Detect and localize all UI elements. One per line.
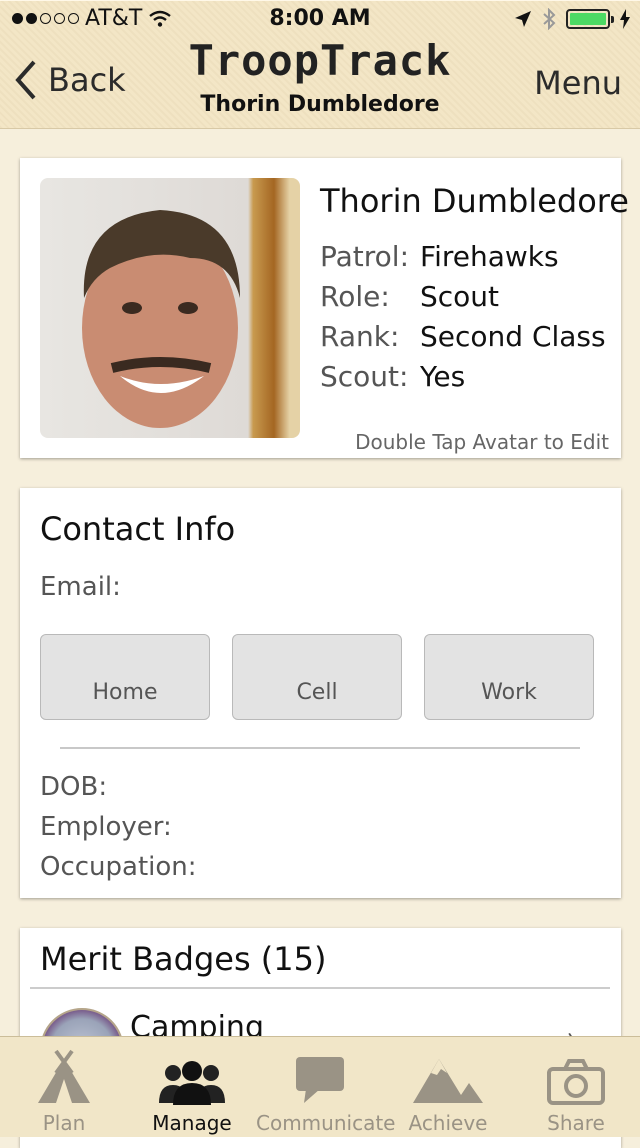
bluetooth-icon [543,8,556,30]
role-label: Role: [320,280,390,313]
menu-button[interactable]: Menu [534,64,622,102]
rank-label: Rank: [320,320,400,353]
tab-bar: Plan Manage Communicate Achieve Share [0,1036,640,1137]
contact-title: Contact Info [40,510,236,548]
status-right [514,8,630,30]
cell-phone-button[interactable]: Cell [232,634,402,720]
tab-label: Share [547,1111,605,1135]
tab-plan[interactable]: Plan [0,1037,128,1137]
home-phone-button[interactable]: Home [40,634,210,720]
tab-label: Achieve [408,1111,488,1135]
tab-label: Communicate [256,1111,396,1135]
location-arrow-icon [515,11,531,27]
rank-value: Second Class [420,320,606,353]
email-label: Email: [40,572,121,602]
status-bar: AT&T 8:00 AM [0,6,640,36]
scout-row: Scout: Yes [320,360,465,393]
camera-icon [512,1049,640,1105]
divider [30,987,610,989]
person-photo-icon [82,210,240,428]
battery-icon [566,9,614,29]
patrol-value: Firehawks [420,240,559,273]
divider [60,747,580,749]
patrol-row: Patrol: Firehawks [320,240,559,273]
tent-icon [0,1049,128,1105]
mountain-icon [384,1049,512,1105]
tab-label: Plan [42,1111,86,1135]
dob-label: DOB: [40,772,108,802]
employer-label: Employer: [40,812,172,842]
header: AT&T 8:00 AM Back TroopTrack Thorin Dumb… [0,0,640,129]
profile-name: Thorin Dumbledore [320,182,629,220]
tab-achieve[interactable]: Achieve [384,1037,512,1137]
role-row: Role: Scout [320,280,499,313]
tab-manage[interactable]: Manage [128,1037,256,1137]
profile-card: Thorin Dumbledore Patrol: Firehawks Role… [20,158,629,458]
scout-label: Scout: [320,360,409,393]
tab-share[interactable]: Share [512,1037,640,1137]
rank-row: Rank: Second Class [320,320,606,353]
edit-avatar-hint: Double Tap Avatar to Edit [355,430,609,454]
tab-communicate[interactable]: Communicate [256,1037,396,1137]
work-phone-button[interactable]: Work [424,634,594,720]
occupation-label: Occupation: [40,852,197,882]
charging-bolt-icon [620,9,630,29]
avatar[interactable] [40,178,300,438]
people-icon [128,1049,256,1105]
merit-badges-title: Merit Badges (15) [40,940,327,978]
scout-value: Yes [420,360,466,393]
patrol-label: Patrol: [320,240,410,273]
speech-bubble-icon [256,1049,384,1105]
tab-label: Manage [152,1111,232,1135]
contact-card: Contact Info Email: Home Cell Work DOB: … [20,488,621,898]
role-value: Scout [420,280,500,313]
